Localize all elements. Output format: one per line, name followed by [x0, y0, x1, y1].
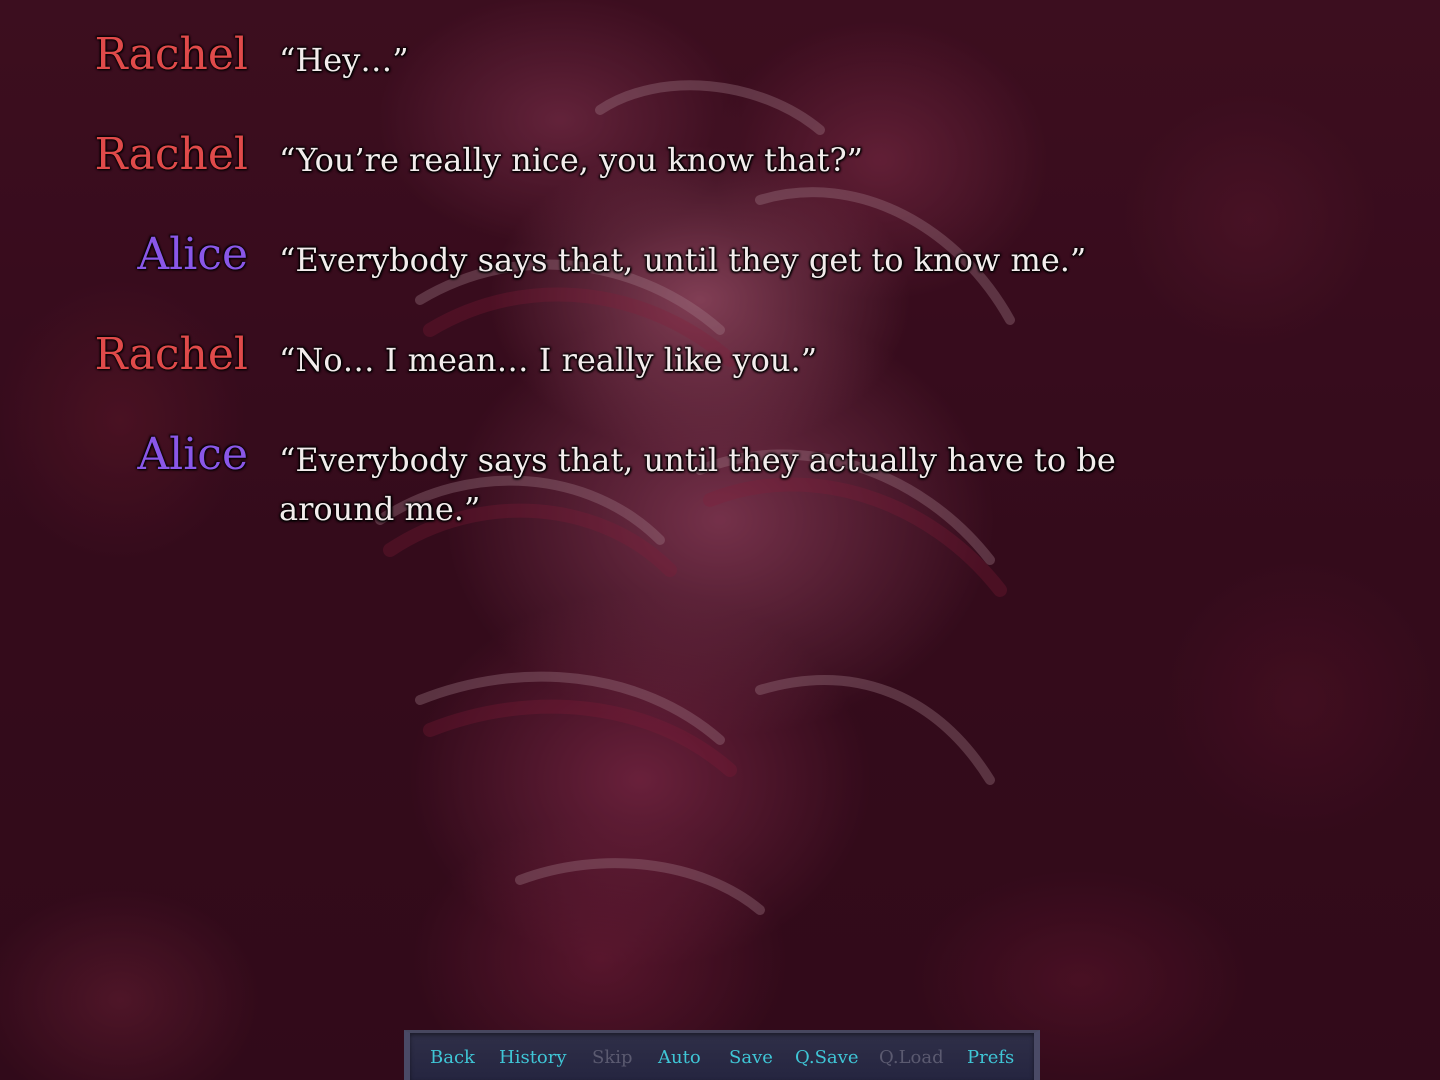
quick-load-button[interactable]: Q.Load	[879, 1047, 944, 1069]
history-button[interactable]: History	[499, 1047, 567, 1069]
skip-button[interactable]: Skip	[592, 1047, 633, 1069]
auto-button[interactable]: Auto	[658, 1047, 701, 1069]
speaker-name: Alice	[137, 229, 248, 280]
history-entry: Rachel “You’re really nice, you know tha…	[0, 128, 1440, 228]
dialogue-line: “Hey…”	[279, 41, 409, 79]
dialogue-line: “Everybody says that, until they actuall…	[279, 441, 1116, 528]
speaker-name: Rachel	[94, 329, 248, 380]
speaker-name: Alice	[137, 429, 248, 480]
quick-menu-bar: Back History Skip Auto Save Q.Save Q.Loa…	[404, 1030, 1040, 1080]
speaker-name: Rachel	[94, 29, 248, 80]
history-entry: Rachel “Hey…”	[0, 28, 1440, 128]
preferences-button[interactable]: Prefs	[967, 1047, 1014, 1069]
back-button[interactable]: Back	[430, 1047, 475, 1069]
dialogue-line: “Everybody says that, until they get to …	[279, 241, 1087, 279]
history-entry: Alice “Everybody says that, until they a…	[0, 428, 1440, 538]
speaker-name: Rachel	[94, 129, 248, 180]
dialogue-line: “No… I mean… I really like you.”	[279, 341, 818, 379]
history-log[interactable]: Rachel “Hey…” Rachel “You’re really nice…	[0, 28, 1440, 538]
dialogue-line: “You’re really nice, you know that?”	[279, 141, 863, 179]
history-entry: Alice “Everybody says that, until they g…	[0, 228, 1440, 328]
quick-save-button[interactable]: Q.Save	[795, 1047, 858, 1069]
game-screen: Rachel “Hey…” Rachel “You’re really nice…	[0, 0, 1440, 1080]
save-button[interactable]: Save	[729, 1047, 773, 1069]
history-entry: Rachel “No… I mean… I really like you.”	[0, 328, 1440, 428]
